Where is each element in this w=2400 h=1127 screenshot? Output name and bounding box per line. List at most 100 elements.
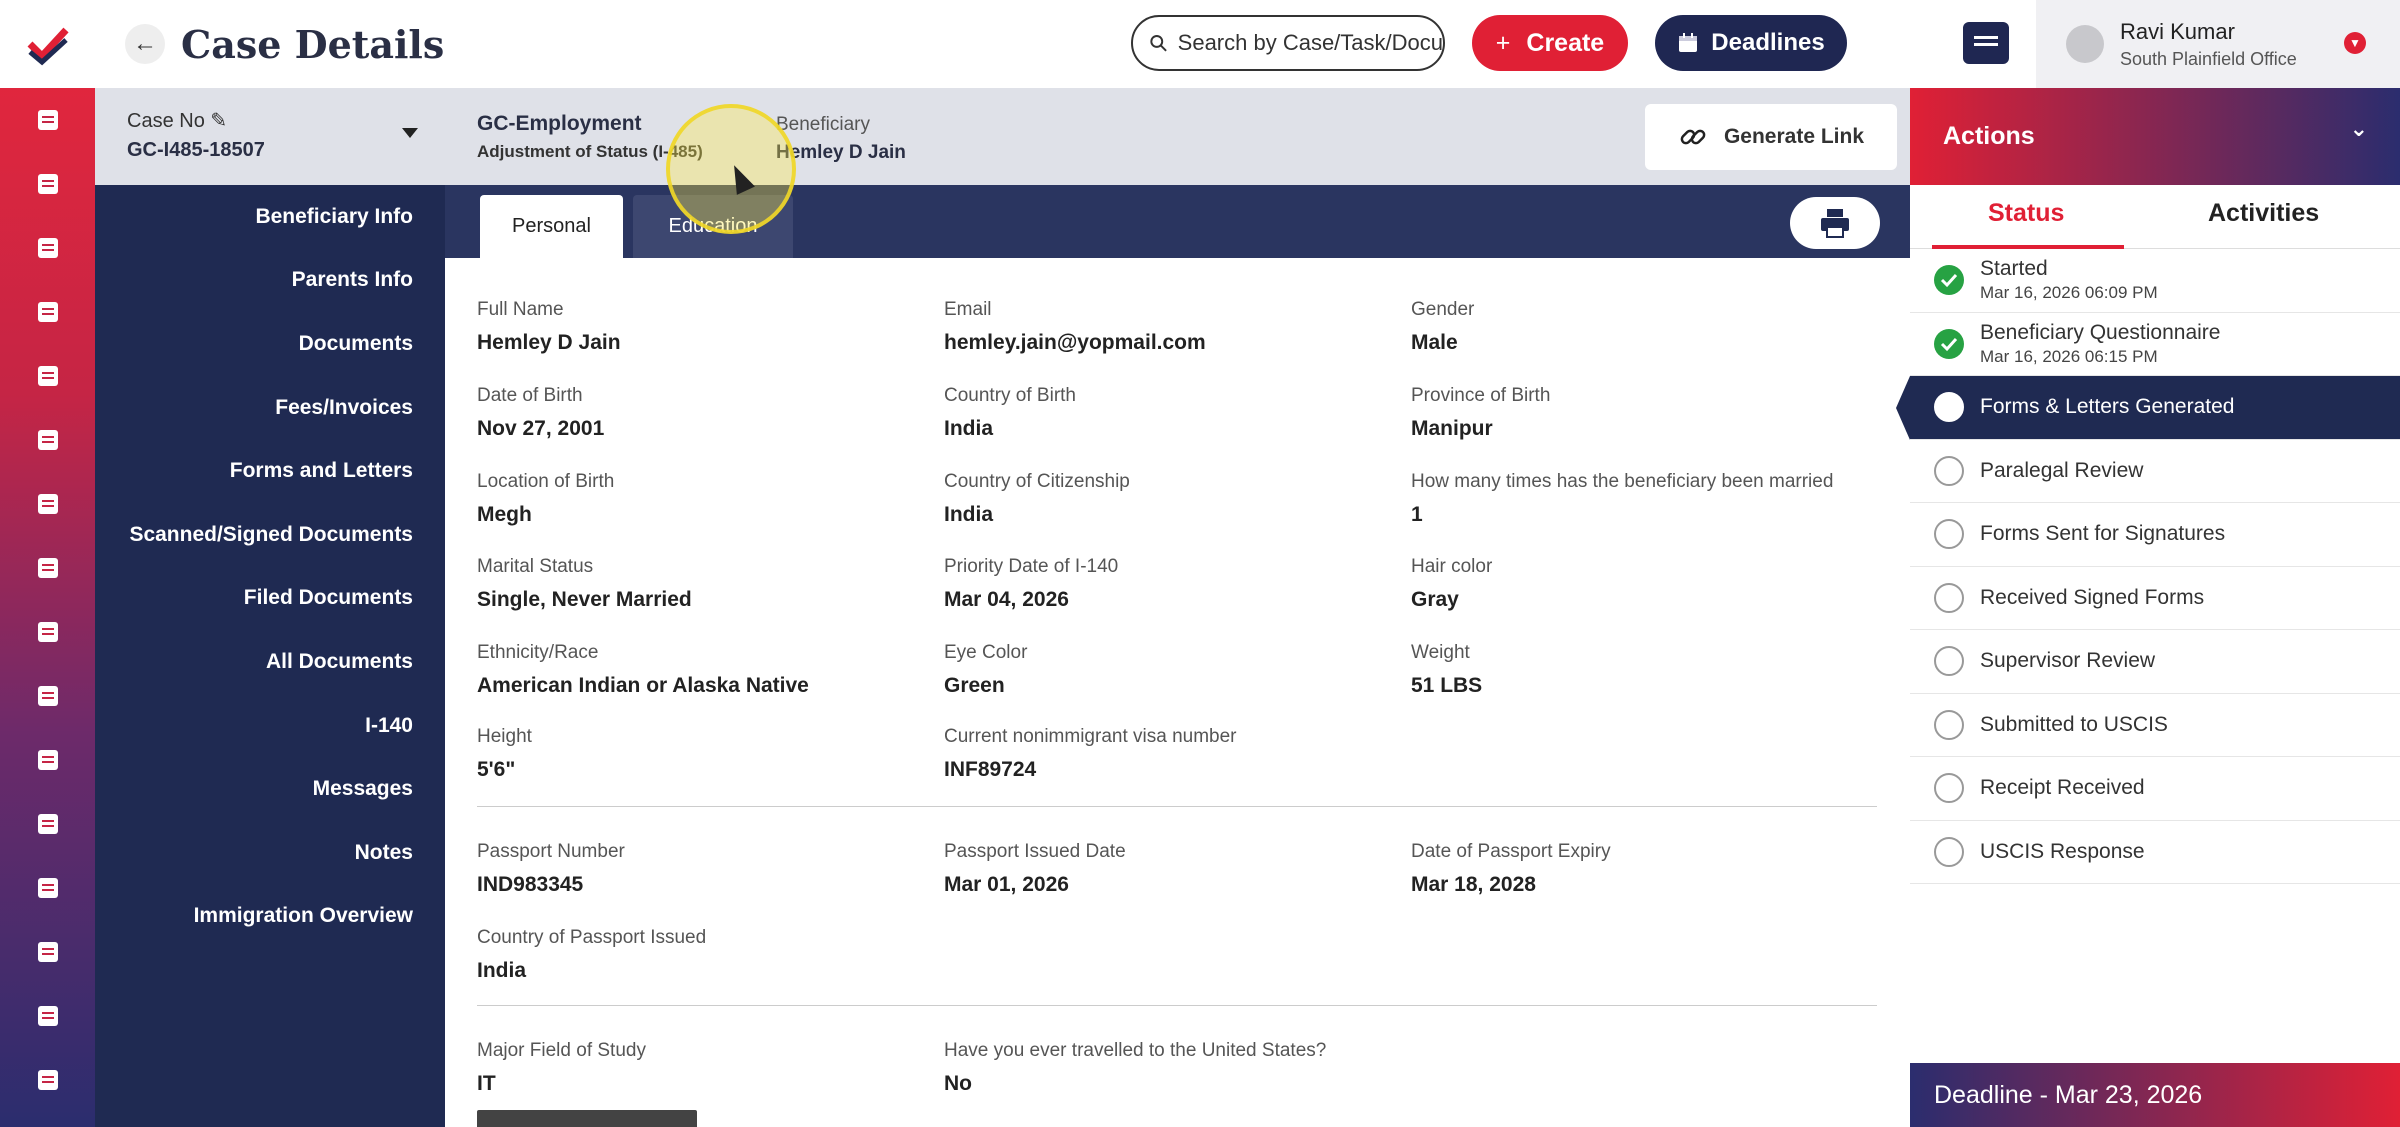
field-email: Email hemley.jain@yopmail.com [944, 299, 1206, 355]
nav-item-messages[interactable]: Messages [95, 757, 445, 821]
clipboard-icon[interactable] [0, 664, 95, 728]
calendar-icon[interactable] [0, 280, 95, 344]
pencil-icon[interactable]: ✎ [210, 110, 227, 132]
status-name: Receipt Received [1980, 776, 2145, 800]
edit-icon[interactable] [0, 536, 95, 600]
tab-activities[interactable]: Activities [2208, 199, 2319, 228]
chevron-down-icon[interactable]: ▼ [2344, 32, 2366, 54]
documents-icon[interactable] [0, 472, 95, 536]
app-logo[interactable] [0, 0, 95, 88]
tab-status[interactable]: Status [1988, 199, 2064, 228]
generate-link-button[interactable]: Generate Link [1645, 104, 1897, 170]
nav-item-notes[interactable]: Notes [95, 821, 445, 885]
user-menu[interactable]: Ravi Kumar South Plainfield Office ▼ [2036, 0, 2400, 88]
status-step-started[interactable]: Started Mar 16, 2026 06:09 PM [1910, 249, 2400, 313]
status-step-forms-letters-generated[interactable]: Forms & Letters Generated [1896, 376, 2400, 440]
status-step-received-signed-forms[interactable]: Received Signed Forms [1910, 567, 2400, 630]
field-value: 51 LBS [1411, 674, 1483, 697]
tab-personal[interactable]: Personal [480, 195, 623, 258]
nav-item-all-documents[interactable]: All Documents [95, 630, 445, 694]
status-step-paralegal-review[interactable]: Paralegal Review [1910, 440, 2400, 503]
case-dropdown-icon[interactable] [402, 128, 418, 138]
circle-icon [1934, 836, 1964, 867]
book-icon[interactable] [0, 1048, 95, 1112]
reports-icon[interactable] [0, 600, 95, 664]
field-label: Major Field of Study [477, 1040, 646, 1061]
tasks-icon[interactable] [0, 216, 95, 280]
cases-icon[interactable] [0, 152, 95, 216]
create-button[interactable]: + Create [1472, 15, 1628, 71]
status-step-receipt-received[interactable]: Receipt Received [1910, 757, 2400, 821]
status-step-uscis-response[interactable]: USCIS Response [1910, 821, 2400, 884]
create-label: Create [1526, 28, 1605, 57]
nav-item-forms-and-letters[interactable]: Forms and Letters [95, 439, 445, 503]
actions-tabs: Status Activities [1910, 185, 2400, 249]
field-value: Single, Never Married [477, 588, 692, 611]
field-label: Country of Citizenship [944, 471, 1130, 492]
back-button[interactable]: ← [125, 24, 165, 64]
contacts-icon[interactable] [0, 792, 95, 856]
field-label: Have you ever travelled to the United St… [944, 1040, 1327, 1061]
nav-item-filed-documents[interactable]: Filed Documents [95, 567, 445, 631]
field-value: Mar 01, 2026 [944, 873, 1069, 896]
nav-item-beneficiary-info[interactable]: Beneficiary Info [95, 185, 445, 249]
beneficiary-label: Beneficiary [776, 114, 870, 135]
user-icon[interactable] [0, 728, 95, 792]
field-label: Marital Status [477, 556, 594, 577]
status-step-supervisor-review[interactable]: Supervisor Review [1910, 630, 2400, 694]
chevron-down-icon[interactable]: ⌄ [2350, 116, 2368, 142]
print-button[interactable] [1790, 197, 1880, 249]
messages-icon[interactable] [0, 408, 95, 472]
admin-icon[interactable] [0, 984, 95, 1048]
field-date-of-passport-expiry: Date of Passport Expiry Mar 18, 2028 [1411, 841, 1611, 897]
generate-link-label: Generate Link [1723, 125, 1865, 148]
search-input[interactable]: Search by Case/Task/Docu [1131, 15, 1445, 71]
nav-item-documents[interactable]: Documents [95, 312, 445, 376]
field-value: American Indian or Alaska Native [477, 674, 809, 697]
app-rail [0, 0, 95, 1127]
section-nav: Beneficiary Info Parents Info Documents Fee… [95, 185, 445, 1127]
field-passport-issued-date: Passport Issued Date Mar 01, 2026 [944, 841, 1126, 897]
case-info-bar: Case No ✎ GC-I485-18507 GC-Employment Ad… [95, 88, 1910, 185]
field-label: Ethnicity/Race [477, 642, 599, 663]
user-office: South Plainfield Office [2120, 48, 2297, 69]
page-title: Case Details [181, 21, 445, 67]
field-gender: Gender Male [1411, 299, 1474, 355]
notes-icon[interactable] [0, 920, 95, 984]
field-label: Current nonimmigrant visa number [944, 726, 1237, 747]
status-step-beneficiary-questionnaire[interactable]: Beneficiary Questionnaire Mar 16, 2026 06… [1910, 313, 2400, 376]
calendar-icon [1679, 33, 1698, 52]
field-country-of-citizenship: Country of Citizenship India [944, 471, 1130, 527]
case-no-label: Case No [127, 110, 205, 132]
status-step-submitted-to-uscis[interactable]: Submitted to USCIS [1910, 694, 2400, 757]
field-value: India [944, 417, 994, 440]
circle-icon [1934, 646, 1964, 677]
check-circle-icon [1934, 328, 1964, 359]
field-value: 1 [1411, 503, 1423, 526]
forms-icon[interactable] [0, 344, 95, 408]
field-value: No [944, 1072, 972, 1095]
status-name: Started [1980, 257, 2048, 281]
field-date-of-birth: Date of Birth Nov 27, 2001 [477, 385, 604, 441]
field-value: Hemley D Jain [477, 331, 621, 354]
actions-header[interactable]: Actions ⌄ [1910, 88, 2400, 185]
field-label: Full Name [477, 299, 564, 320]
circle-icon [1934, 392, 1964, 423]
avatar [2066, 25, 2104, 63]
check-circle-icon [1934, 265, 1964, 296]
status-step-forms-sent-for-signatures[interactable]: Forms Sent for Signatures [1910, 503, 2400, 567]
nav-item-scanned-signed-documents[interactable]: Scanned/Signed Documents [95, 503, 445, 567]
chat-icon[interactable] [1963, 22, 2009, 64]
nav-item-immigration-overview[interactable]: Immigration Overview [95, 885, 445, 949]
deadlines-button[interactable]: Deadlines [1655, 15, 1847, 71]
dashboard-icon[interactable] [0, 88, 95, 152]
nav-item-i-140[interactable]: I-140 [95, 694, 445, 758]
nav-item-parents-info[interactable]: Parents Info [95, 249, 445, 313]
folder-icon[interactable] [0, 856, 95, 920]
field-value: hemley.jain@yopmail.com [944, 331, 1206, 354]
field-value: India [944, 503, 994, 526]
field-label: Height [477, 726, 532, 747]
nav-item-fees-invoices[interactable]: Fees/Invoices [95, 376, 445, 440]
field-label: Date of Birth [477, 385, 583, 406]
field-value: INF89724 [944, 758, 1037, 781]
